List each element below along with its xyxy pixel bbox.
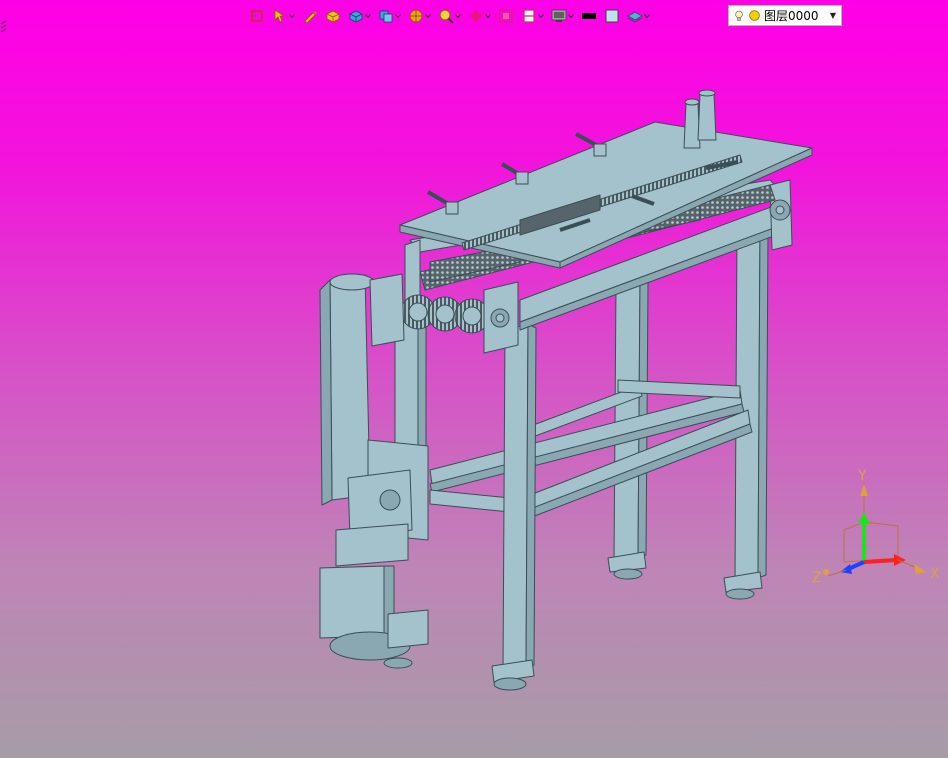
axis-label-x: X (930, 566, 940, 582)
nozzles (683, 89, 717, 149)
drive-gears (400, 294, 490, 334)
axis-triad: Y X Z (812, 468, 940, 586)
bearing-plate (483, 281, 519, 354)
frame-crossbars (429, 379, 753, 518)
motor (319, 523, 429, 669)
cad-model-conveyor[interactable] (0, 0, 948, 758)
axis-label-z: Z (812, 570, 822, 586)
axis-label-y: Y (857, 468, 867, 484)
